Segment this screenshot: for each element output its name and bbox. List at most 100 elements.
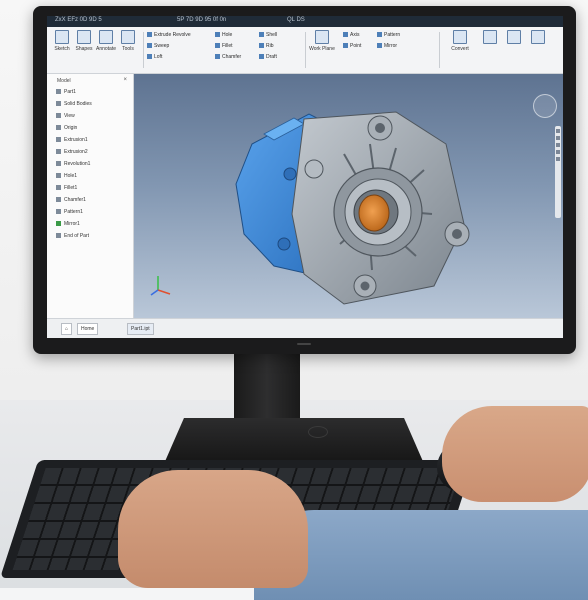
shell-icon	[259, 32, 264, 38]
shell-button[interactable]: Shell	[259, 31, 277, 39]
pan-icon[interactable]	[556, 129, 560, 133]
ribbon-extra-button[interactable]	[527, 30, 549, 46]
ribbon-extra-button[interactable]	[503, 30, 525, 46]
ribbon-separator	[439, 32, 440, 68]
browser-item[interactable]: View	[56, 112, 75, 120]
chamfer-button[interactable]: Chamfer	[215, 53, 241, 61]
end-of-part-icon	[56, 233, 61, 239]
browser-item-label: Fillet1	[64, 185, 78, 191]
chamfer-icon	[215, 54, 220, 60]
button-label: Work Plane	[309, 46, 335, 52]
extrude-button[interactable]: Extrude Revolve	[147, 31, 191, 39]
3d-viewport[interactable]	[134, 74, 563, 318]
browser-item[interactable]: Extrusion2	[56, 148, 88, 156]
ribbon-tab-sketch[interactable]: Sketch	[51, 30, 73, 52]
right-hand	[442, 406, 588, 502]
browser-item[interactable]: Pattern1	[56, 208, 83, 216]
browser-item[interactable]: Extrusion1	[56, 136, 88, 144]
ribbon-separator	[143, 32, 144, 68]
browser-item[interactable]: End of Part	[56, 232, 89, 240]
zoom-icon[interactable]	[556, 136, 560, 140]
ribbon-tab-shapes[interactable]: Shapes	[73, 30, 95, 52]
revolve-icon	[56, 161, 61, 167]
hole-button[interactable]: Hole	[215, 31, 232, 39]
title-segment: QL DS	[287, 17, 305, 23]
pattern-button[interactable]: Pattern	[377, 31, 400, 39]
mirror-button[interactable]: Mirror	[377, 42, 397, 50]
browser-item[interactable]: Chamfer1	[56, 196, 86, 204]
browser-item-label: Pattern1	[64, 209, 83, 215]
ribbon-tab-label: Shapes	[75, 46, 93, 52]
browser-item-label: Extrusion2	[64, 149, 88, 155]
tab-document[interactable]: Part1.ipt	[127, 323, 154, 335]
title-segment: 5P 7D 9D 95 0f 0n	[177, 17, 227, 23]
point-button[interactable]: Point	[343, 42, 361, 50]
browser-item-label: View	[64, 113, 75, 119]
rib-button[interactable]: Rib	[259, 42, 274, 50]
look-at-icon[interactable]	[556, 150, 560, 154]
work-plane-icon	[315, 30, 329, 44]
ribbon-extra-button[interactable]	[479, 30, 501, 46]
orbit-icon[interactable]	[556, 143, 560, 147]
model-browser: Model × Part1 Solid Bodies View Origin E…	[47, 74, 134, 318]
browser-item-label: Hole1	[64, 173, 78, 179]
button-label: Sweep	[154, 43, 170, 49]
browser-item-label: Origin	[64, 125, 78, 131]
view-icon[interactable]	[556, 157, 560, 161]
hole-icon	[56, 173, 61, 179]
view-icon	[56, 113, 61, 119]
button-label: Convert	[451, 46, 469, 52]
viewcube-icon[interactable]	[533, 94, 557, 118]
browser-item[interactable]: Solid Bodies	[56, 100, 92, 108]
pattern-icon	[377, 32, 382, 38]
fillet-icon	[215, 43, 220, 49]
part-icon	[56, 89, 61, 95]
inspect-icon	[531, 30, 545, 44]
browser-item[interactable]: Mirror1	[56, 220, 80, 228]
extrude-icon	[56, 149, 61, 155]
work-plane-button[interactable]: Work Plane	[309, 30, 335, 52]
left-hand	[118, 470, 308, 588]
convert-button[interactable]: Convert	[447, 30, 473, 52]
settings-icon	[483, 30, 497, 44]
loft-button[interactable]: Loft	[147, 53, 162, 61]
loft-icon	[147, 54, 152, 60]
hole-icon	[215, 32, 220, 38]
measure-icon	[507, 30, 521, 44]
axis-button[interactable]: Axis	[343, 31, 359, 39]
draft-button[interactable]: Draft	[259, 53, 277, 61]
tab-home[interactable]: Home	[77, 323, 99, 335]
ribbon-tab-tools[interactable]: Tools	[117, 30, 139, 52]
stand-cable-hole	[308, 426, 328, 438]
ribbon: Sketch Shapes Annotate Tools Extrude Rev…	[47, 27, 563, 74]
browser-item[interactable]: Hole1	[56, 172, 77, 180]
axis-triad-icon	[150, 276, 171, 296]
close-icon[interactable]: ×	[123, 77, 127, 83]
browser-item[interactable]: Fillet1	[56, 184, 77, 192]
tools-icon	[121, 30, 135, 44]
shapes-icon	[77, 30, 91, 44]
navigation-bar	[555, 126, 561, 218]
browser-item[interactable]: Origin	[56, 124, 77, 132]
sweep-icon	[147, 43, 152, 49]
title-segment: ZxX EFz 0D 9D 5	[55, 17, 102, 23]
fillet-icon	[56, 185, 61, 191]
mirror-icon	[377, 43, 382, 49]
button-label: Shell	[266, 32, 278, 38]
rib-icon	[259, 43, 264, 49]
ribbon-separator	[305, 32, 306, 68]
browser-item-label: Chamfer1	[64, 197, 86, 203]
ribbon-tab-label: Tools	[122, 46, 134, 52]
monitor-stand-base	[163, 418, 425, 466]
ribbon-tab-annotate[interactable]: Annotate	[95, 30, 117, 52]
browser-item[interactable]: Revolution1	[56, 160, 90, 168]
browser-item[interactable]: Part1	[56, 88, 76, 96]
axis-icon	[343, 32, 348, 38]
home-icon[interactable]: ⌂	[61, 323, 73, 335]
button-label: Draft	[266, 54, 277, 60]
sweep-button[interactable]: Sweep	[147, 42, 169, 50]
folder-icon	[56, 101, 61, 107]
pattern-icon	[56, 209, 61, 215]
fillet-button[interactable]: Fillet	[215, 42, 233, 50]
extrude-icon	[147, 32, 152, 38]
